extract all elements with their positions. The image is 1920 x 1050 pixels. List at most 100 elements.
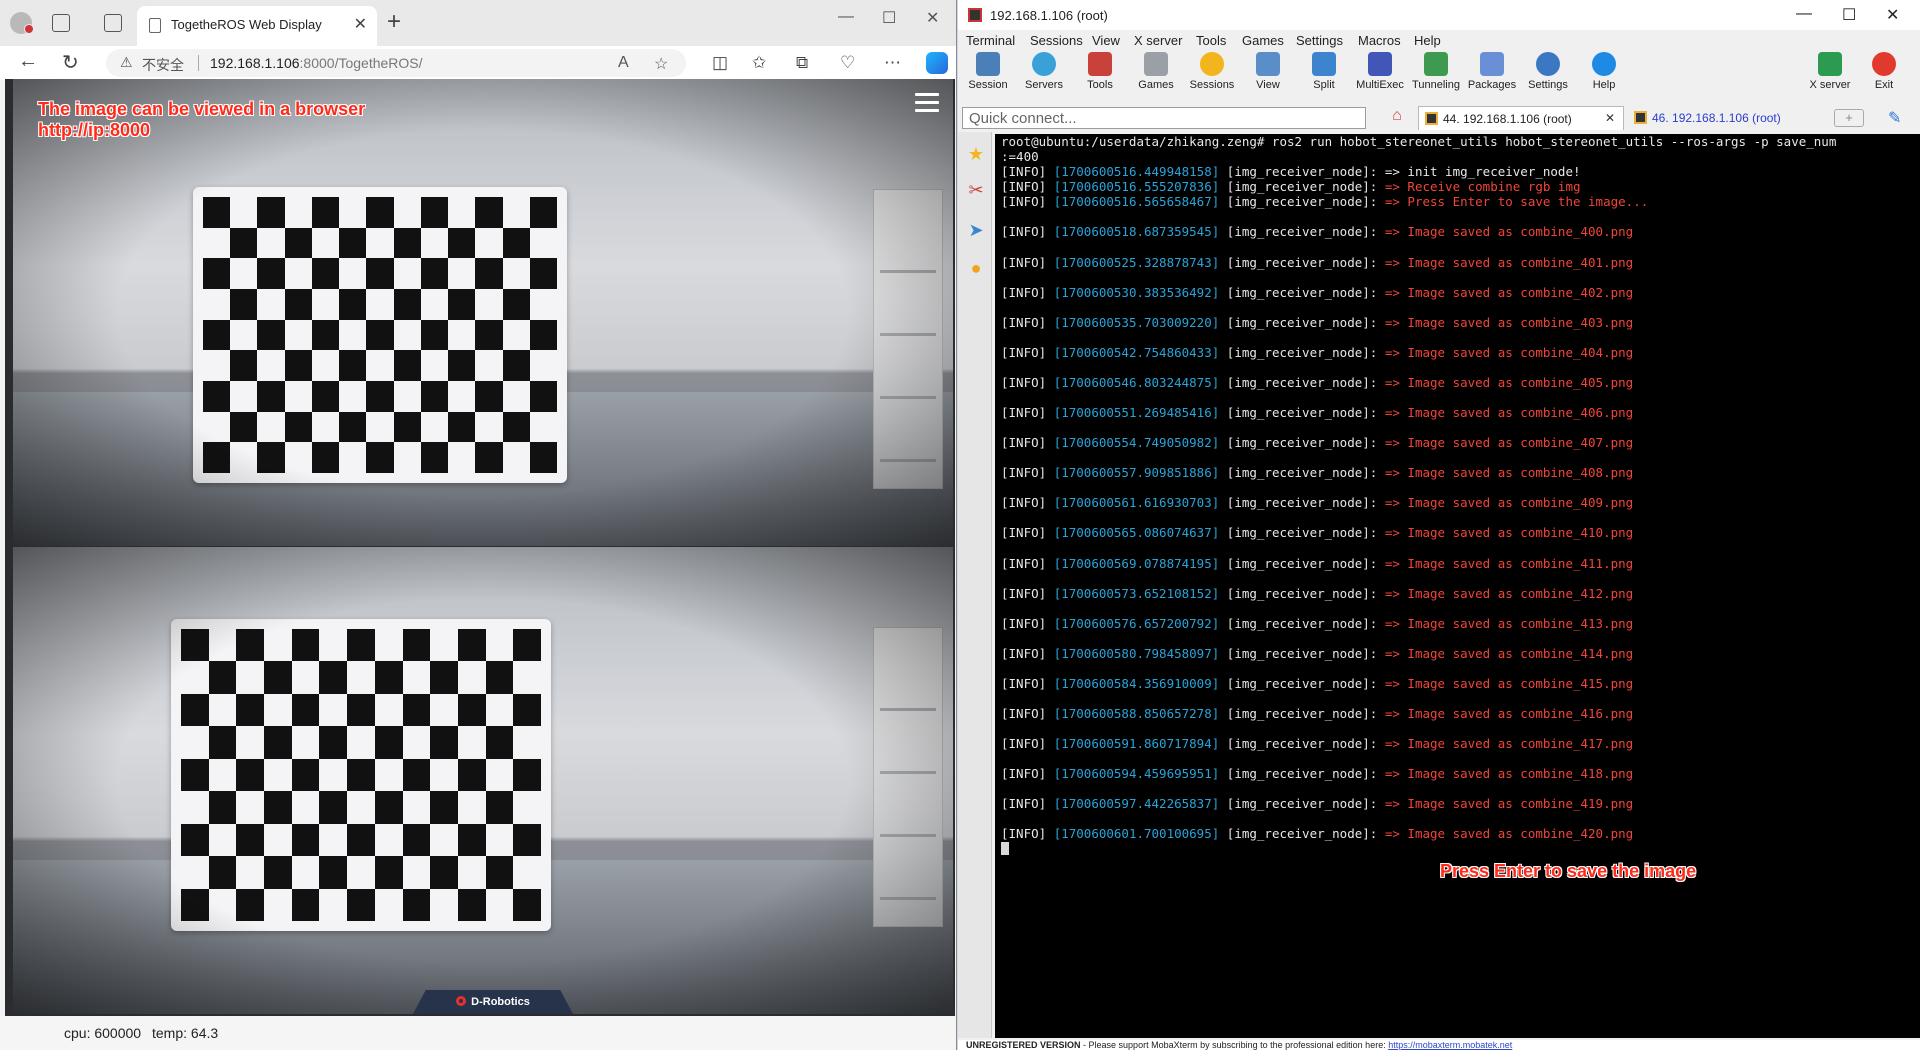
home-tab-icon[interactable]: ⌂: [1382, 107, 1412, 129]
camera-image-top: [13, 79, 953, 546]
favorites-icon[interactable]: ✩: [752, 53, 766, 73]
refresh-icon[interactable]: ↻: [62, 50, 79, 75]
minimize-icon[interactable]: —: [1796, 5, 1812, 23]
terminal-cursor: [1001, 842, 1009, 856]
split-button[interactable]: Split: [1296, 52, 1352, 91]
macros-icon[interactable]: ●: [966, 258, 986, 278]
log-node: [img_receiver_node]:: [1226, 254, 1385, 270]
sftp-send-icon[interactable]: ➤: [966, 220, 986, 240]
close-window-icon[interactable]: ✕: [926, 8, 939, 28]
session-label: Session: [968, 79, 1008, 91]
log-level: [INFO]: [1001, 645, 1047, 661]
address-bar[interactable]: ⚠ 不安全 192.168.1.106:8000/TogetheROS/ A ☆: [106, 49, 686, 77]
log-level: [INFO]: [1001, 224, 1047, 240]
log-timestamp: [1700600516.555207836]: [1053, 179, 1220, 195]
insecure-label[interactable]: 不安全: [142, 55, 184, 75]
sessions-button[interactable]: Sessions: [1184, 52, 1240, 91]
menu-games[interactable]: Games: [1242, 33, 1284, 48]
log-message: => Image saved as combine_405.png: [1384, 374, 1634, 390]
minimize-icon[interactable]: —: [838, 8, 854, 26]
workspaces-icon[interactable]: [104, 14, 122, 32]
view-button[interactable]: View: [1240, 52, 1296, 91]
tab-session-44[interactable]: 44. 192.168.1.106 (root) ✕: [1418, 106, 1624, 130]
more-menu-icon[interactable]: ⋯: [884, 53, 901, 73]
browser-tab[interactable]: TogetheROS Web Display ✕: [137, 6, 377, 46]
log-line: [INFO] [1700600557.909851886] [img_recei…: [1001, 465, 1920, 480]
address-url[interactable]: 192.168.1.106:8000/TogetheROS/: [210, 55, 423, 71]
log-level: [INFO]: [1001, 179, 1047, 195]
terminal-output[interactable]: root@ubuntu:/userdata/zhikang.zeng# ros2…: [995, 134, 1920, 1038]
log-line: [INFO] [1700600569.078874195] [img_recei…: [1001, 556, 1920, 571]
log-timestamp: [1700600518.687359545]: [1053, 224, 1220, 240]
menu-macros[interactable]: Macros: [1358, 33, 1401, 48]
exit-button[interactable]: Exit: [1856, 52, 1912, 91]
status-link[interactable]: https://mobaxterm.mobatek.net: [1388, 1040, 1512, 1050]
menu-help[interactable]: Help: [1414, 33, 1441, 48]
tab-close-icon[interactable]: ✕: [354, 14, 367, 34]
tools-button[interactable]: Tools: [1072, 52, 1128, 91]
close-window-icon[interactable]: ✕: [1886, 5, 1899, 25]
settings-button[interactable]: Settings: [1520, 52, 1576, 91]
session-button[interactable]: Session: [960, 52, 1016, 91]
servers-button[interactable]: Servers: [1016, 52, 1072, 91]
maximize-icon[interactable]: ☐: [1842, 5, 1856, 25]
menu-tools[interactable]: Tools: [1196, 33, 1226, 48]
log-line: [INFO] [1700600591.860717894] [img_recei…: [1001, 736, 1920, 751]
log-line: [INFO] [1700600601.700100695] [img_recei…: [1001, 826, 1920, 841]
new-tab-icon[interactable]: +: [387, 8, 401, 36]
copilot-icon[interactable]: [926, 52, 948, 74]
tab-session-46[interactable]: 46. 192.168.1.106 (root): [1628, 106, 1808, 130]
log-timestamp: [1700600580.798458097]: [1053, 645, 1220, 661]
read-aloud-icon[interactable]: A: [618, 54, 629, 72]
help-button[interactable]: Help: [1576, 52, 1632, 91]
tab-close-icon[interactable]: ✕: [1605, 111, 1615, 125]
x-server-button[interactable]: X server: [1802, 52, 1858, 91]
sessions-star-icon: [1200, 52, 1224, 76]
menu-sessions[interactable]: Sessions: [1030, 33, 1083, 48]
tunneling-icon: [1424, 52, 1448, 76]
log-timestamp: [1700600569.078874195]: [1053, 555, 1220, 571]
new-tab-icon[interactable]: +: [1834, 109, 1864, 127]
quick-connect-input[interactable]: Quick connect...: [962, 107, 1366, 129]
log-level: [INFO]: [1001, 585, 1047, 601]
log-message: => Image saved as combine_419.png: [1384, 796, 1634, 812]
multiexec-button[interactable]: MultiExec: [1352, 52, 1408, 91]
session-icon: [976, 52, 1000, 76]
games-button[interactable]: Games: [1128, 52, 1184, 91]
browser-essentials-icon[interactable]: ♡: [840, 53, 855, 73]
servers-icon: [1032, 52, 1056, 76]
favorite-star-icon[interactable]: ☆: [654, 54, 668, 74]
menu-settings[interactable]: Settings: [1296, 33, 1343, 48]
tab-actions-icon[interactable]: [52, 14, 70, 32]
split-screen-icon[interactable]: ◫: [712, 53, 728, 73]
menu-hamburger-icon[interactable]: [915, 93, 939, 117]
warning-icon[interactable]: ⚠: [120, 54, 133, 71]
log-node: [img_receiver_node]:: [1226, 194, 1385, 210]
profile-avatar[interactable]: [10, 12, 34, 34]
log-node: [img_receiver_node]:: [1226, 766, 1385, 782]
attach-icon[interactable]: ✎: [1888, 108, 1901, 128]
menu-view[interactable]: View: [1092, 33, 1120, 48]
menu-x-server[interactable]: X server: [1134, 33, 1182, 48]
packages-button[interactable]: Packages: [1464, 52, 1520, 91]
log-line: [INFO] [1700600525.328878743] [img_recei…: [1001, 255, 1920, 270]
back-icon[interactable]: ←: [18, 50, 38, 73]
tools-side-icon[interactable]: ✂: [966, 180, 986, 200]
tunneling-button[interactable]: Tunneling: [1408, 52, 1464, 91]
maximize-icon[interactable]: ☐: [882, 8, 896, 28]
log-timestamp: [1700600535.703009220]: [1053, 314, 1220, 330]
menu-terminal[interactable]: Terminal: [966, 33, 1015, 48]
log-node: [img_receiver_node]:: [1226, 344, 1385, 360]
log-message: => Image saved as combine_408.png: [1384, 465, 1634, 481]
favorites-star-icon[interactable]: ★: [966, 144, 986, 164]
log-message: => Image saved as combine_400.png: [1384, 224, 1634, 240]
collections-icon[interactable]: ⧉: [796, 53, 808, 73]
status-bar: cpu: 600000 temp: 64.3: [0, 1016, 956, 1050]
view-icon: [1256, 52, 1280, 76]
log-message: => Image saved as combine_404.png: [1384, 344, 1634, 360]
tab-session-46-label: 46. 192.168.1.106 (root): [1652, 111, 1781, 125]
